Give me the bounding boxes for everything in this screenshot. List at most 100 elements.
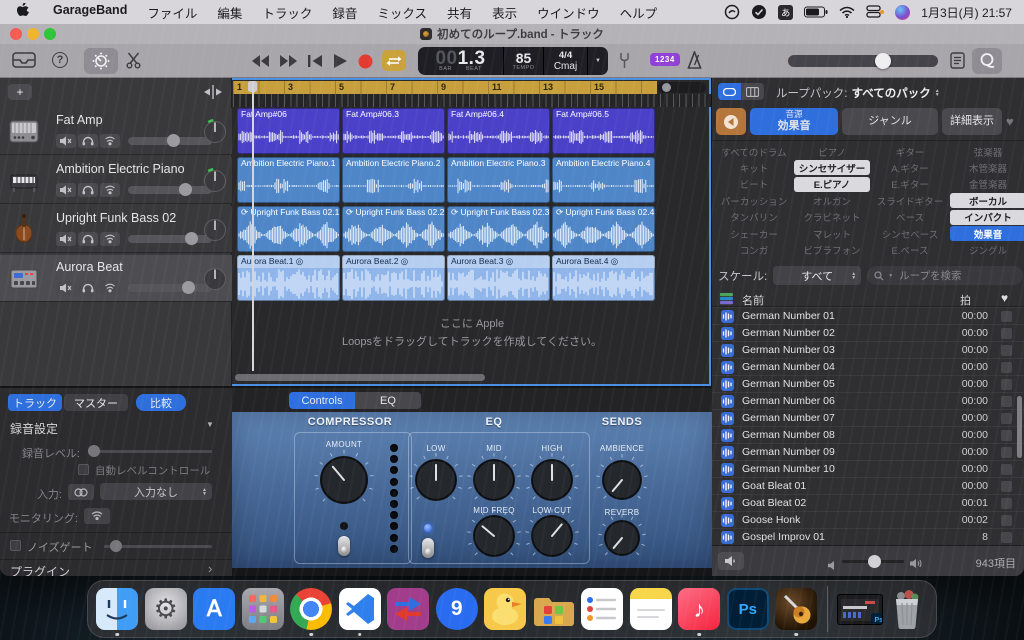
monitoring-button[interactable] — [84, 508, 110, 524]
loop-list-scrollbar[interactable] — [1017, 396, 1022, 458]
keyword-コンガ[interactable]: コンガ — [716, 242, 792, 257]
track-volume-knob[interactable] — [167, 134, 180, 147]
loop-row[interactable]: Goat Bleat 0200:01 — [712, 494, 1024, 511]
solo-button[interactable] — [78, 281, 98, 295]
region-ambition-electric-piano-4[interactable]: Ambition Electric Piano.4 — [552, 157, 655, 203]
menu-5[interactable]: ミックス — [367, 3, 437, 22]
record-button[interactable] — [358, 54, 373, 69]
loop-pack-dropdown[interactable]: ループパック: すべてのパック ▲▼ — [776, 85, 940, 101]
master-volume-knob[interactable] — [875, 53, 891, 69]
loop-favorite-checkbox[interactable] — [1001, 447, 1012, 458]
button-view-button[interactable] — [718, 83, 741, 100]
loop-favorite-checkbox[interactable] — [1001, 311, 1012, 322]
wifi-icon[interactable] — [839, 6, 855, 18]
dock-finder-icon[interactable] — [96, 588, 138, 630]
low-knob[interactable] — [408, 452, 464, 513]
siri-icon[interactable] — [895, 5, 910, 20]
keyword-ピアノ[interactable]: ピアノ — [794, 144, 870, 159]
catch-playhead-icon[interactable] — [204, 84, 222, 105]
pan-knob[interactable] — [202, 168, 228, 194]
tab-controls[interactable]: Controls — [289, 392, 355, 409]
instrument-fx-button[interactable]: 音源 効果音 — [750, 108, 838, 135]
tuner-icon[interactable] — [618, 52, 631, 70]
region-upright-funk-bass-02-4[interactable]: ⟳ Upright Funk Bass 02.4 — [552, 206, 655, 252]
count-in-button[interactable]: 1234 — [650, 53, 680, 66]
chevron-down-icon[interactable]: ▼ — [206, 420, 214, 429]
input-monitor-button[interactable] — [100, 134, 120, 148]
keyword-パーカッション[interactable]: パーカッション — [716, 193, 792, 208]
recording-settings-title[interactable]: 録音設定 — [10, 420, 58, 437]
loop-row[interactable]: Goose Honk00:02 — [712, 511, 1024, 528]
dock-apps-folder-icon[interactable] — [533, 588, 575, 630]
region-fat-amp-06-4[interactable]: Fat Amp#06.4 — [447, 108, 550, 154]
loop-favorite-checkbox[interactable] — [1001, 379, 1012, 390]
back-button[interactable] — [716, 108, 746, 135]
track-volume-slider[interactable] — [128, 235, 212, 243]
menu-4[interactable]: 録音 — [322, 3, 367, 22]
record-level-slider[interactable] — [88, 450, 212, 453]
tab-master[interactable]: マスター — [64, 394, 128, 411]
dock-reminders-icon[interactable] — [581, 588, 623, 630]
creative-cloud-icon[interactable] — [724, 4, 740, 20]
menu-8[interactable]: ウインドウ — [527, 3, 610, 22]
keyword-シンセサイザー[interactable]: シンセサイザー — [794, 160, 870, 175]
plugins-label[interactable]: プラグイン — [10, 563, 70, 576]
scale-dropdown[interactable]: すべて ▲▼ — [773, 266, 861, 285]
input-monitor-button[interactable] — [100, 183, 120, 197]
keyword-すべてのドラム[interactable]: すべてのドラム — [716, 144, 792, 159]
noise-gate-slider[interactable] — [104, 545, 212, 548]
dock-transfer-app-icon[interactable] — [387, 588, 429, 630]
keyword-木管楽器[interactable]: 木管楽器 — [950, 160, 1024, 175]
horizontal-scrollbar[interactable] — [235, 374, 485, 381]
battery-icon[interactable] — [804, 6, 828, 18]
smart-controls-button[interactable] — [84, 48, 118, 74]
loop-row[interactable]: German Number 0100:00 — [712, 307, 1024, 324]
loop-row[interactable]: German Number 0200:00 — [712, 324, 1024, 341]
region-fat-amp-06-5[interactable]: Fat Amp#06.5 — [552, 108, 655, 154]
loop-favorite-checkbox[interactable] — [1001, 430, 1012, 441]
dock-minimized-window-icon[interactable]: Ps — [837, 588, 879, 630]
loop-row[interactable]: German Number 1000:00 — [712, 460, 1024, 477]
mute-button[interactable] — [56, 232, 76, 246]
keyword-シンセベース[interactable]: シンセベース — [872, 226, 948, 241]
keyword-タンバリン[interactable]: タンバリン — [716, 210, 792, 225]
region-ambition-electric-piano-3[interactable]: Ambition Electric Piano.3 — [447, 157, 550, 203]
metronome-button[interactable] — [686, 51, 703, 70]
input-monitor-button[interactable] — [100, 281, 120, 295]
mute-button[interactable] — [56, 281, 76, 295]
media-browser-button[interactable] — [12, 51, 36, 69]
menu-app[interactable]: GarageBand — [39, 3, 137, 22]
pan-knob[interactable] — [202, 217, 228, 243]
keyword-ビート[interactable]: ビート — [716, 177, 792, 192]
loop-row[interactable]: Goat Bleat 0100:00 — [712, 477, 1024, 494]
favorites-heart-icon[interactable]: ♥ — [1006, 114, 1014, 129]
track-volume-slider[interactable] — [128, 186, 212, 194]
keyword-オルガン[interactable]: オルガン — [794, 193, 870, 208]
preview-volume-slider[interactable] — [842, 560, 904, 563]
dock-photoshop-icon[interactable]: Ps — [727, 588, 769, 630]
loop-favorite-checkbox[interactable] — [1001, 532, 1012, 543]
eq-switch[interactable] — [422, 538, 434, 558]
column-favorite-heart-icon[interactable]: ♥ — [1001, 291, 1008, 305]
loop-favorite-checkbox[interactable] — [1001, 328, 1012, 339]
input-source-badge[interactable]: あ — [778, 5, 793, 20]
menu-7[interactable]: 表示 — [482, 3, 527, 22]
keyword-金管楽器[interactable]: 金管楽器 — [950, 177, 1024, 192]
input-format-button[interactable] — [68, 484, 94, 500]
solo-button[interactable] — [78, 183, 98, 197]
loop-favorite-checkbox[interactable] — [1001, 515, 1012, 526]
input-monitor-button[interactable] — [100, 232, 120, 246]
mute-button[interactable] — [56, 134, 76, 148]
noise-gate-checkbox[interactable] — [10, 540, 21, 551]
region-ambition-electric-piano-2[interactable]: Ambition Electric Piano.2 — [342, 157, 445, 203]
playhead[interactable] — [252, 83, 254, 371]
loop-favorite-checkbox[interactable] — [1001, 464, 1012, 475]
mute-button[interactable] — [56, 183, 76, 197]
pan-knob[interactable] — [202, 266, 228, 292]
pan-knob[interactable] — [202, 119, 228, 145]
track-header-4[interactable]: Aurora Beat — [0, 255, 232, 302]
dock-blue-nine-app-icon[interactable]: 9 — [436, 588, 478, 630]
preview-volume-knob[interactable] — [868, 555, 881, 568]
track-volume-knob[interactable] — [179, 183, 192, 196]
loop-browser-button[interactable] — [972, 48, 1002, 74]
